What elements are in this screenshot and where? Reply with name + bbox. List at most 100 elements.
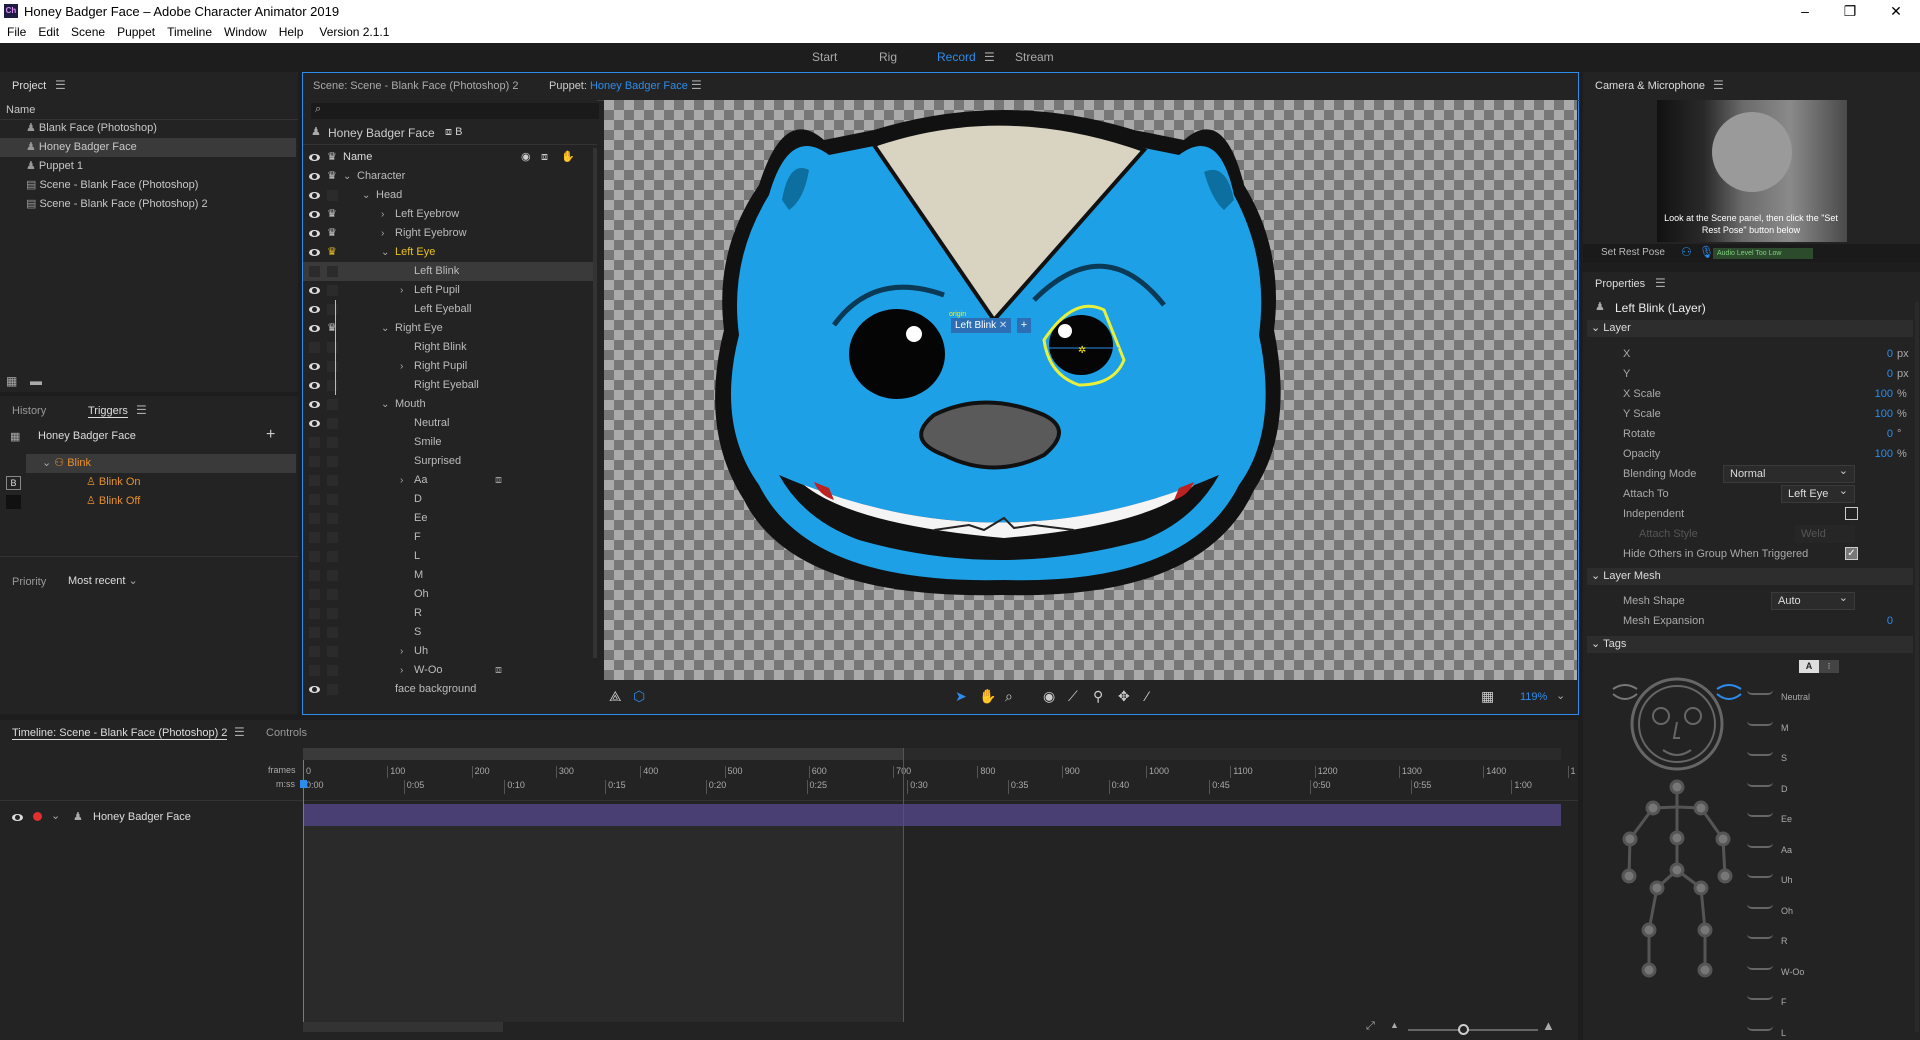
trigger-group-blink[interactable]: ⌄ ⚇ Blink [26, 454, 296, 473]
crown-toggle[interactable] [327, 304, 338, 315]
minimize-button[interactable]: – [1782, 0, 1828, 23]
visibility-icon[interactable] [309, 363, 320, 370]
project-item[interactable]: ▤ Scene - Blank Face (Photoshop) [26, 176, 198, 195]
mesh-expansion-value[interactable]: 0 [1833, 615, 1893, 627]
crown-toggle[interactable] [327, 589, 338, 600]
tag-label[interactable]: Oh [1781, 906, 1793, 916]
camera-title[interactable]: Camera & Microphone [1595, 80, 1705, 92]
expand-arrow-icon[interactable]: › [400, 281, 403, 300]
crown-toggle[interactable] [327, 342, 338, 353]
visibility-toggle[interactable] [309, 608, 320, 619]
visibility-toggle[interactable] [309, 551, 320, 562]
crown-toggle[interactable] [327, 608, 338, 619]
visibility-toggle[interactable] [309, 456, 320, 467]
tag-mouth-icon[interactable] [1747, 995, 1773, 1000]
crown-toggle[interactable] [327, 266, 338, 277]
crown-toggle[interactable] [327, 513, 338, 524]
tag-mouth-icon[interactable] [1747, 751, 1773, 756]
project-item[interactable]: ♟ Blank Face (Photoshop) [26, 119, 157, 138]
layer-row[interactable]: Right Eyeball [303, 376, 593, 395]
camera-menu-icon[interactable]: ☰ [1713, 78, 1724, 92]
layer-row[interactable]: Left Eyeball [303, 300, 593, 319]
crown-toggle[interactable] [327, 684, 338, 695]
expand-arrow-icon[interactable]: ⌄ [381, 395, 389, 414]
layer-row[interactable]: M [303, 566, 593, 585]
expand-arrow-icon[interactable]: › [381, 224, 384, 243]
section-layer-mesh[interactable]: ⌄ Layer Mesh [1587, 568, 1913, 585]
layer-row[interactable]: S [303, 623, 593, 642]
workspace-record[interactable]: Record [937, 50, 976, 64]
section-layer[interactable]: ⌄ Layer [1587, 320, 1913, 337]
layer-row[interactable]: › Left Pupil [303, 281, 593, 300]
stick-tool-icon[interactable]: ⟋ [1068, 688, 1078, 705]
menu-puppet[interactable]: Puppet [110, 23, 160, 39]
project-item-selected[interactable]: ♟ Honey Badger Face [0, 138, 296, 157]
track-visibility-icon[interactable] [12, 814, 23, 821]
visibility-icon[interactable] [309, 230, 320, 237]
independent-crown-icon[interactable]: ♛ [327, 224, 337, 243]
tag-label[interactable]: F [1781, 997, 1787, 1007]
puppet-canvas[interactable]: ✲ origin Left Blink ✕ + [604, 100, 1577, 680]
project-item[interactable]: ▤ Scene - Blank Face (Photoshop) 2 [26, 195, 208, 214]
visibility-toggle[interactable] [309, 342, 320, 353]
visibility-icon[interactable] [309, 154, 320, 161]
crown-toggle[interactable] [327, 665, 338, 676]
new-scene-icon[interactable]: ▦ [6, 374, 17, 388]
track-bar[interactable] [303, 804, 1561, 826]
tag-mouth-icon[interactable] [1747, 873, 1773, 878]
track-expand-icon[interactable]: ⌄ [51, 809, 60, 822]
layer-row[interactable]: › Aa ⧈ [303, 471, 593, 490]
crown-toggle[interactable] [327, 399, 338, 410]
layer-row[interactable]: ♛ › Left Eyebrow [303, 205, 593, 224]
menu-help[interactable]: Help [272, 23, 309, 39]
properties-title[interactable]: Properties [1595, 278, 1645, 290]
fit-timeline-icon[interactable]: ⤢ [1366, 1020, 1375, 1033]
yscale-value[interactable]: 100 [1833, 408, 1893, 420]
priority-select[interactable]: Most recent ⌄ [62, 572, 148, 590]
properties-scrollbar[interactable] [1915, 302, 1919, 1032]
layer-row[interactable]: › W-Oo ⧈ [303, 661, 593, 680]
layer-row[interactable]: Smile [303, 433, 593, 452]
menu-edit[interactable]: Edit [31, 23, 64, 39]
tag-mouth-icon[interactable] [1747, 812, 1773, 817]
x-value[interactable]: 0 [1833, 348, 1893, 360]
expand-arrow-icon[interactable]: › [400, 661, 403, 680]
tag-mouth-icon[interactable] [1747, 904, 1773, 909]
crown-toggle[interactable] [327, 380, 338, 391]
trigger-blink-on[interactable]: ♙ Blink On [86, 473, 141, 492]
layer-row[interactable]: R [303, 604, 593, 623]
layer-row[interactable]: › Uh [303, 642, 593, 661]
dragger-tool-icon[interactable]: ✥ [1118, 688, 1130, 705]
crown-toggle[interactable] [327, 190, 338, 201]
layer-tree-scrollbar[interactable] [593, 148, 597, 658]
workspace-menu-icon[interactable]: ☰ [984, 50, 995, 64]
workspace-stream[interactable]: Stream [1015, 50, 1054, 64]
visibility-icon[interactable] [309, 249, 320, 256]
layer-row[interactable]: Oh [303, 585, 593, 604]
crown-toggle[interactable] [327, 361, 338, 372]
timeline-ruler[interactable]: 0100200300400500600700800900100011001200… [303, 760, 1576, 796]
tag-mouth-icon[interactable] [1747, 843, 1773, 848]
menu-file[interactable]: File [0, 23, 31, 39]
attach-select[interactable]: Left Eye [1781, 483, 1855, 503]
visibility-icon[interactable] [309, 287, 320, 294]
trigger-key-empty[interactable] [6, 495, 21, 509]
camera-toggle-icon[interactable]: ⚇ [1681, 245, 1692, 259]
tag-mouth-icon[interactable] [1747, 1026, 1773, 1031]
tab-triggers[interactable]: Triggers [88, 405, 128, 418]
visibility-icon[interactable] [309, 686, 320, 693]
brush-tool-icon[interactable]: ⁄ [1146, 688, 1148, 704]
tag-label[interactable]: Aa [1781, 845, 1792, 855]
layer-row[interactable]: ⌄ Mouth [303, 395, 593, 414]
layer-row[interactable]: D [303, 490, 593, 509]
tag-mouth-icon[interactable] [1747, 690, 1773, 695]
tags-body-diagram[interactable] [1603, 672, 1753, 1040]
expand-arrow-icon[interactable]: ⌄ [381, 319, 389, 338]
layer-row[interactable]: Neutral [303, 414, 593, 433]
puppet-menu-icon[interactable]: ☰ [691, 78, 702, 92]
zoom-in-icon[interactable]: ▲ [1542, 1018, 1555, 1033]
layer-row[interactable]: face background [303, 680, 593, 699]
project-title[interactable]: Project [12, 80, 46, 92]
tag-label[interactable]: L [1781, 1028, 1786, 1038]
crown-toggle[interactable] [327, 494, 338, 505]
